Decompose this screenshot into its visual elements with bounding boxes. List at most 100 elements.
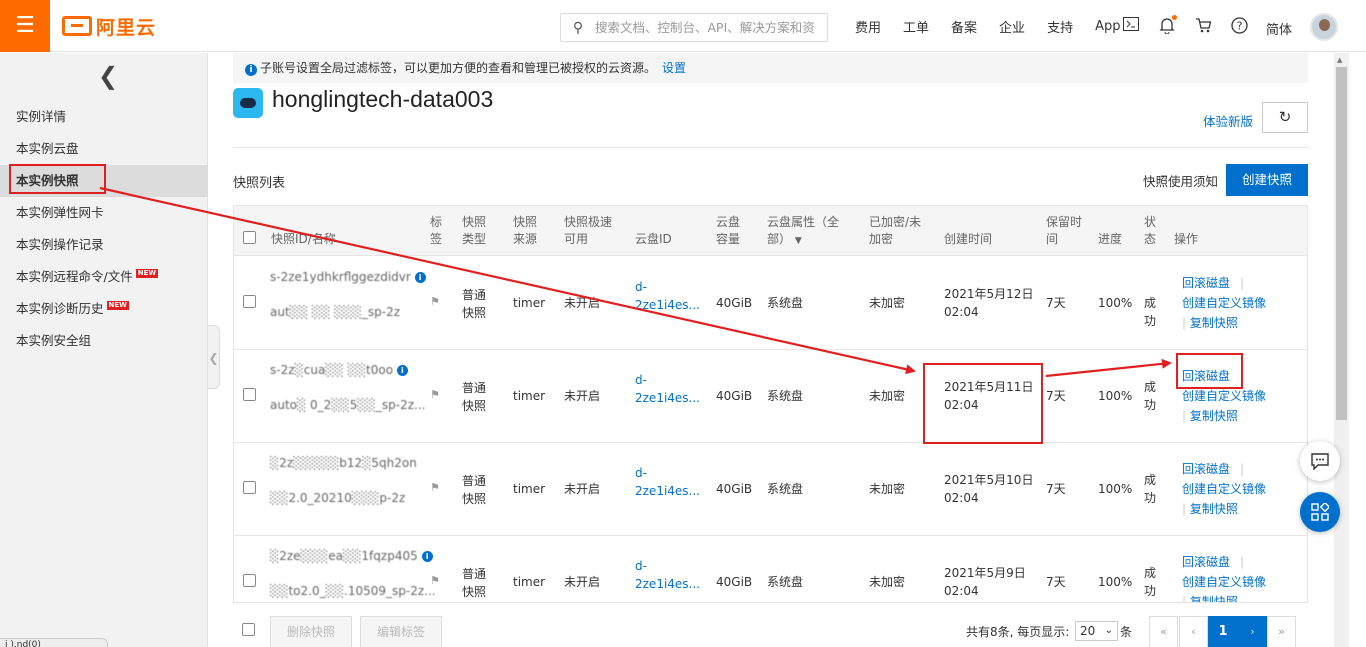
search-input[interactable] [595, 20, 820, 35]
nav-enterprise[interactable]: 企业 [999, 17, 1025, 36]
nav-tickets[interactable]: 工单 [903, 17, 929, 36]
snapshot-type: 普通 快照 [462, 288, 487, 320]
status-bar-text: j ).nd(0) [0, 638, 108, 647]
notice-bar: i 子账号设置全局过滤标签，可以更加方便的查看和管理已被授权的云资源。 设置 [233, 53, 1308, 83]
copy-snapshot-link[interactable]: 复制快照 [1190, 595, 1238, 602]
rollback-disk-link[interactable]: 回滚磁盘 [1182, 555, 1230, 569]
info-icon: i [245, 64, 257, 76]
tag-icon[interactable]: ⚑ [430, 388, 440, 401]
table-row: s-2ze1ydhkrflggezdidvr i aut░░ ░░ ░░░_sp… [234, 257, 1307, 350]
sidebar-collapse-handle[interactable]: ❮ [208, 325, 220, 389]
annotation-box-rollback [1176, 353, 1243, 389]
tag-icon[interactable]: ⚑ [430, 295, 440, 308]
sidebar-item-security-group[interactable]: 本实例安全组 [0, 325, 208, 357]
table-row: ░2ze░░░ea░░1fqzp405 i ░░to2.0_░░.10509_s… [234, 536, 1307, 602]
progress: 100% [1098, 296, 1133, 310]
header-status: 状态 [1144, 215, 1157, 246]
rollback-disk-link[interactable]: 回滚磁盘 [1182, 462, 1230, 476]
sidebar-item-instance-disks[interactable]: 本实例云盘 [0, 133, 208, 165]
disk-id-link[interactable]: d- 2ze1i4es... [635, 278, 700, 314]
delete-snapshot-button[interactable]: 删除快照 [270, 616, 352, 647]
first-page-button[interactable]: « [1149, 616, 1178, 647]
disk-capacity: 40GiB [716, 389, 753, 403]
logo-mark-icon [62, 16, 92, 36]
chat-icon[interactable] [1300, 441, 1340, 481]
terminal-icon[interactable] [1122, 17, 1140, 35]
scrollbar-thumb[interactable] [1336, 67, 1347, 420]
create-custom-image-link[interactable]: 创建自定义镜像 [1182, 572, 1266, 592]
progress: 100% [1098, 389, 1133, 403]
snapshot-speed: 未开启 [564, 482, 601, 496]
disk-id-link[interactable]: d- 2ze1i4es... [635, 371, 700, 407]
notification-dot [1172, 15, 1177, 20]
chevron-left-icon[interactable]: ❮ [98, 62, 118, 90]
disk-id-link[interactable]: d- 2ze1i4es... [635, 557, 700, 593]
tag-icon[interactable]: ⚑ [430, 574, 440, 587]
prev-page-button[interactable]: ‹ [1179, 616, 1208, 647]
create-custom-image-link[interactable]: 创建自定义镜像 [1182, 479, 1266, 499]
avatar[interactable] [1310, 13, 1338, 41]
sidebar-item-elastic-nic[interactable]: 本实例弹性网卡 [0, 197, 208, 229]
svg-text:?: ? [1236, 20, 1242, 33]
help-icon[interactable]: ? [1230, 17, 1248, 35]
encryption: 未加密 [869, 482, 906, 496]
encryption: 未加密 [869, 575, 906, 589]
create-custom-image-link[interactable]: 创建自定义镜像 [1182, 386, 1266, 406]
try-new-version-link[interactable]: 体验新版 [1203, 111, 1253, 130]
disk-id-link[interactable]: d- 2ze1i4es... [635, 464, 700, 500]
page-size-select[interactable]: 20 ⌄ [1075, 621, 1118, 641]
retention: 7天 [1046, 296, 1066, 310]
last-page-button[interactable]: » [1267, 616, 1296, 647]
header-disk-attr-filter[interactable]: 云盘属性（全 部） ▼ [767, 214, 839, 250]
row-checkbox[interactable] [243, 481, 256, 494]
snapshot-id: s-2ze1ydhkrflggezdidvr i [270, 268, 426, 286]
sidebar-item-diagnostics[interactable]: 本实例诊断历史 NEW [0, 293, 208, 325]
row-checkbox[interactable] [243, 295, 256, 308]
copy-snapshot-link[interactable]: 复制快照 [1190, 502, 1238, 516]
create-custom-image-link[interactable]: 创建自定义镜像 [1182, 293, 1266, 313]
language-switch[interactable]: 简体 [1266, 19, 1292, 38]
sidebar-item-operation-log[interactable]: 本实例操作记录 [0, 229, 208, 261]
snapshot-type: 普通 快照 [462, 567, 487, 599]
snapshot-name: ░░2.0_20210░░░p-2z [270, 491, 406, 505]
snapshot-source: timer [513, 482, 546, 496]
cloud-disk-icon [233, 88, 263, 118]
sidebar-item-remote-commands[interactable]: 本实例远程命令/文件 NEW [0, 261, 208, 293]
snapshot-source: timer [513, 575, 546, 589]
copy-snapshot-link[interactable]: 复制快照 [1190, 316, 1238, 330]
bell-icon[interactable] [1158, 15, 1177, 35]
settings-link[interactable]: 设置 [662, 61, 686, 75]
select-all-checkbox[interactable] [243, 231, 256, 244]
disk-attr: 系统盘 [767, 296, 804, 310]
nav-support[interactable]: 支持 [1047, 17, 1073, 36]
footer-select-all-checkbox[interactable] [242, 623, 255, 636]
nav-app[interactable]: App [1095, 19, 1120, 34]
rollback-disk-link[interactable]: 回滚磁盘 [1182, 276, 1230, 290]
created-time: 2021年5月12日 02:04 [944, 287, 1034, 319]
apps-grid-icon[interactable] [1300, 492, 1340, 532]
menu-icon[interactable]: ☰ [0, 0, 50, 52]
row-checkbox[interactable] [243, 574, 256, 587]
total-count: 共有8条, 每页显示: [966, 625, 1070, 639]
next-page-button[interactable]: › [1238, 616, 1267, 647]
aliyun-logo[interactable]: 阿里云 [62, 13, 156, 39]
table-row: s-2z░cua░░ ░░t0oo i auto░ 0_2░░5░░_sp-2z… [234, 350, 1307, 443]
snapshot-usage-notice-link[interactable]: 快照使用须知 [1143, 171, 1218, 190]
snapshot-type: 普通 快照 [462, 474, 487, 506]
edit-tags-button[interactable]: 编辑标签 [360, 616, 442, 647]
create-snapshot-button[interactable]: 创建快照 [1226, 164, 1308, 196]
cart-icon[interactable] [1194, 17, 1212, 35]
refresh-button[interactable]: ↻ [1262, 102, 1308, 133]
tag-icon[interactable]: ⚑ [430, 481, 440, 494]
search-box[interactable]: ⚲ [560, 13, 828, 42]
page-1-button[interactable]: 1 [1208, 616, 1238, 647]
row-checkbox[interactable] [243, 388, 256, 401]
header-tag: 标签 [430, 215, 443, 246]
scroll-up-icon[interactable]: ▲ [1337, 56, 1342, 64]
sidebar-item-instance-details[interactable]: 实例详情 [0, 101, 208, 133]
header-disk-id: 云盘ID [635, 232, 672, 246]
copy-snapshot-link[interactable]: 复制快照 [1190, 409, 1238, 423]
header-speed: 快照极速 可用 [564, 215, 613, 246]
nav-fees[interactable]: 费用 [855, 17, 881, 36]
nav-icp[interactable]: 备案 [951, 17, 977, 36]
